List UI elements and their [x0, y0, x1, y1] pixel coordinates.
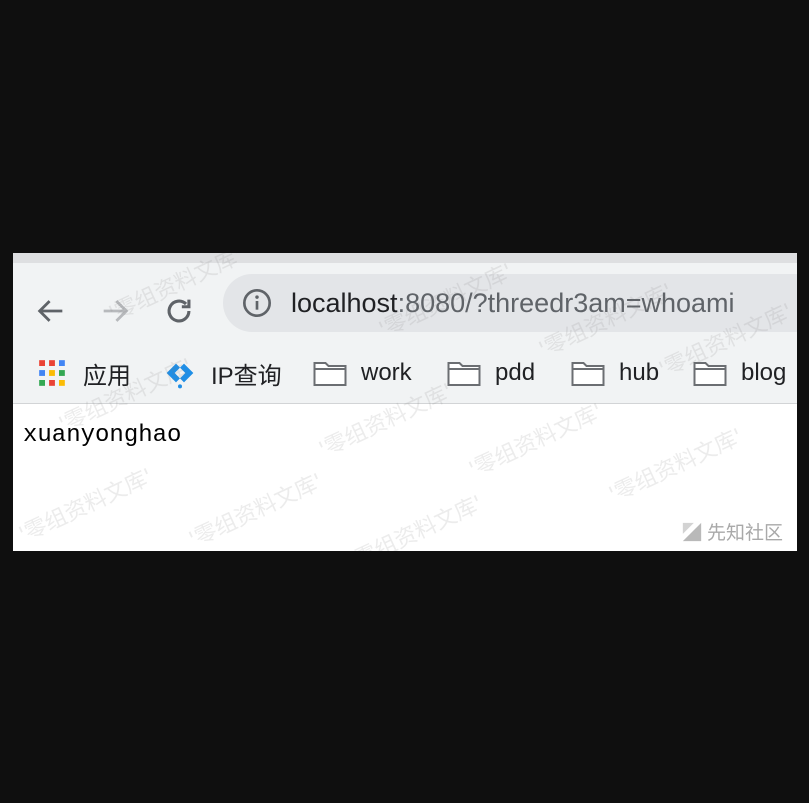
- browser-toolbar: localhost:8080/?threedr3am=whoami 应用 IP查…: [13, 263, 797, 404]
- apps-grid-icon: [35, 356, 69, 390]
- bookmark-ip-lookup[interactable]: IP查询: [163, 347, 282, 399]
- arrow-left-icon: [37, 300, 63, 322]
- bookmark-apps[interactable]: 应用: [35, 347, 131, 399]
- bookmarks-bar: 应用 IP查询 work pdd hub blog: [13, 347, 797, 399]
- bookmark-label: pdd: [495, 359, 536, 386]
- bookmark-blog[interactable]: blog: [693, 347, 786, 399]
- bookmark-label: work: [361, 359, 412, 386]
- url-text[interactable]: localhost:8080/?threedr3am=whoami: [291, 286, 735, 320]
- url-host: localhost: [291, 288, 398, 318]
- bookmark-work[interactable]: work: [313, 347, 412, 399]
- corner-watermark-text: 先知社区: [706, 522, 783, 544]
- corner-watermark: 先知社区: [681, 518, 783, 545]
- forward-button[interactable]: [91, 287, 139, 335]
- tab-strip: [13, 253, 797, 263]
- bookmark-label: blog: [741, 359, 787, 386]
- arrow-right-icon: [103, 300, 129, 322]
- url-path: :8080/?threedr3am=whoami: [397, 288, 735, 318]
- reload-button[interactable]: [155, 287, 203, 335]
- folder-icon: [447, 356, 481, 390]
- folder-icon: [693, 356, 727, 390]
- page-content: xuanyonghao: [13, 404, 797, 551]
- bookmark-label: hub: [619, 359, 660, 386]
- browser-screenshot: localhost:8080/?threedr3am=whoami 应用 IP查…: [13, 253, 797, 551]
- reload-icon: [167, 299, 191, 323]
- ip-lookup-icon: [163, 356, 197, 390]
- bookmark-label: IP查询: [211, 362, 282, 390]
- back-button[interactable]: [27, 287, 75, 335]
- folder-icon: [313, 356, 347, 390]
- command-output: xuanyonghao: [23, 422, 182, 449]
- bookmark-hub[interactable]: hub: [571, 347, 659, 399]
- info-icon[interactable]: [241, 287, 273, 319]
- bookmark-label: 应用: [83, 362, 131, 390]
- address-bar[interactable]: localhost:8080/?threedr3am=whoami: [223, 274, 797, 332]
- folder-icon: [571, 356, 605, 390]
- bookmark-pdd[interactable]: pdd: [447, 347, 535, 399]
- xianzhi-logo-icon: [682, 522, 702, 541]
